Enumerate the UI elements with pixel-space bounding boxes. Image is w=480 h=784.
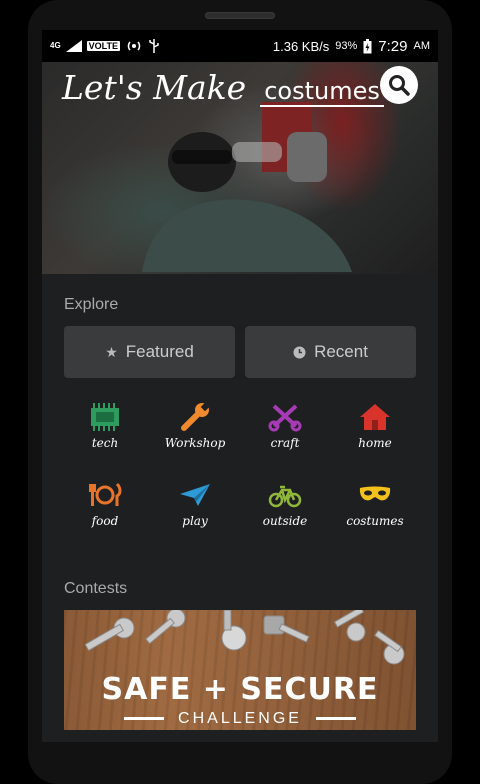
- keys-image: [84, 610, 405, 665]
- mask-icon: [359, 486, 391, 501]
- network-speed: 1.36 KB/s: [272, 38, 330, 54]
- bicycle-icon: [268, 485, 302, 508]
- tab-recent-label: Recent: [314, 342, 368, 361]
- volte-badge: VOLTE: [86, 41, 121, 51]
- hero-photo: [142, 102, 352, 272]
- explore-tabs: ★ Featured Recent: [42, 314, 438, 378]
- house-icon: [360, 404, 390, 430]
- category-tech[interactable]: tech: [60, 402, 150, 450]
- speaker-grille: [205, 12, 275, 19]
- scissors-icon: [268, 404, 302, 432]
- category-label: tech: [91, 436, 119, 450]
- battery-icon: [363, 38, 372, 53]
- app-screen: 4G VOLTE 1.36 KB/s 93% 7:29 AM Let's Mak…: [42, 30, 438, 742]
- category-label: food: [91, 514, 119, 528]
- status-bar: 4G VOLTE 1.36 KB/s 93% 7:29 AM: [42, 30, 438, 62]
- bottom-bezel: [28, 742, 452, 784]
- hero-banner: Let's Make costumes: [42, 62, 438, 274]
- category-label: outside: [262, 514, 308, 528]
- category-workshop[interactable]: Workshop: [150, 402, 240, 450]
- search-icon: [389, 75, 410, 96]
- tab-featured[interactable]: ★ Featured: [64, 326, 235, 378]
- phone-frame: 4G VOLTE 1.36 KB/s 93% 7:29 AM Let's Mak…: [28, 0, 452, 784]
- signal-icon: [65, 40, 82, 52]
- contest-card[interactable]: SAFE + SECURE CHALLENGE: [64, 610, 416, 730]
- category-label: play: [182, 514, 208, 528]
- network-type: 4G: [50, 41, 61, 50]
- tab-featured-label: Featured: [125, 342, 194, 361]
- category-craft[interactable]: craft: [240, 402, 330, 450]
- paper-plane-icon: [180, 484, 210, 506]
- contests-heading: Contests: [64, 580, 128, 597]
- wrench-icon: [181, 402, 210, 431]
- clock-icon: [293, 346, 306, 358]
- hotspot-icon: [127, 41, 141, 51]
- category-grid: tech Workshop craft home food play outsi…: [42, 378, 438, 528]
- hero-title-text: Let's Make: [62, 68, 247, 107]
- explore-heading: Explore: [64, 296, 119, 313]
- fork-knife-icon: [89, 482, 122, 506]
- usb-icon: [149, 39, 159, 53]
- tab-recent[interactable]: Recent: [245, 326, 416, 378]
- hero-word: costumes: [260, 77, 384, 107]
- category-outside[interactable]: outside: [240, 480, 330, 528]
- hero-title: Let's Make costumes: [62, 68, 384, 107]
- contest-title: SAFE + SECURE: [101, 672, 379, 707]
- category-label: home: [358, 436, 392, 450]
- search-button[interactable]: [380, 66, 418, 104]
- contest-subtitle: CHALLENGE: [64, 710, 416, 728]
- category-costumes[interactable]: costumes: [330, 480, 420, 528]
- category-label: Workshop: [164, 436, 226, 450]
- star-icon: ★: [105, 343, 118, 360]
- category-label: craft: [270, 436, 300, 450]
- category-label: costumes: [346, 514, 404, 528]
- clock-ampm: AM: [413, 40, 431, 52]
- category-home[interactable]: home: [330, 402, 420, 450]
- category-play[interactable]: play: [150, 480, 240, 528]
- battery-percent: 93%: [335, 40, 358, 52]
- clock-time: 7:29: [378, 37, 408, 55]
- chip-icon: [91, 403, 119, 431]
- category-food[interactable]: food: [60, 480, 150, 528]
